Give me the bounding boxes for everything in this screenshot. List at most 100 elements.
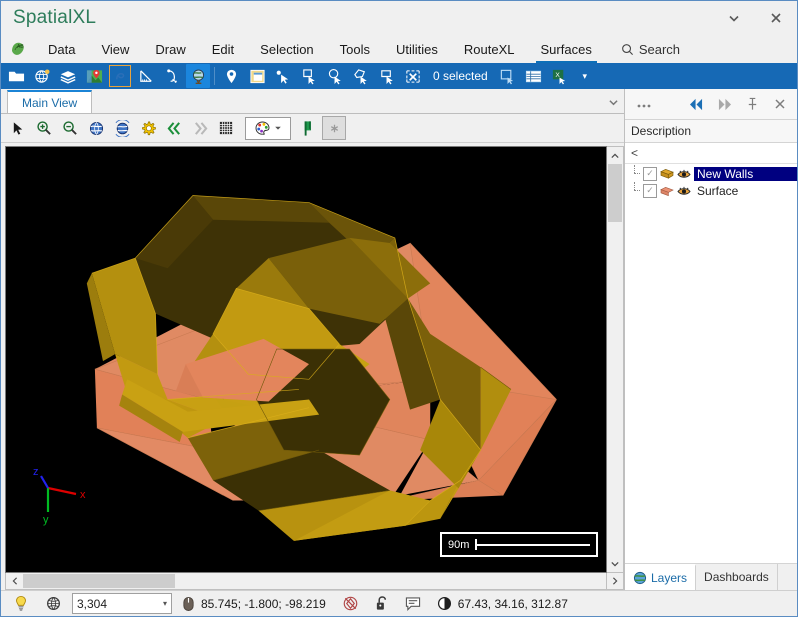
tree-row-new-walls[interactable]: ✓ New Walls (625, 165, 797, 182)
export-excel-icon[interactable]: X (548, 64, 572, 88)
zoom-in-icon[interactable] (32, 116, 56, 140)
main-body: Main View x y z 90m Description < ✓ New … (1, 89, 797, 590)
menu-item-data[interactable]: Data (35, 35, 88, 63)
axis-y-label: y (43, 514, 49, 526)
next-view-icon[interactable] (188, 116, 212, 140)
layer-visibility-checkbox[interactable]: ✓ (643, 166, 657, 181)
menu-label: Utilities (396, 41, 438, 57)
previous-view-icon[interactable] (162, 116, 186, 140)
zoom-selection-globe-icon[interactable] (110, 116, 134, 140)
pin-icon[interactable] (739, 92, 765, 116)
annotation-toggle[interactable] (399, 596, 427, 611)
menu-item-routexl[interactable]: RouteXL (451, 35, 528, 63)
green-flag-icon[interactable] (296, 116, 320, 140)
select-box-icon[interactable] (375, 64, 399, 88)
lock-toggle[interactable] (369, 595, 395, 612)
measure-triangle-icon[interactable] (134, 64, 158, 88)
globe-view-icon[interactable] (186, 64, 210, 88)
layer-visibility-checkbox[interactable]: ✓ (643, 183, 657, 198)
menu-item-draw[interactable]: Draw (142, 35, 198, 63)
color-palette-dropdown[interactable] (245, 116, 291, 140)
scroll-right-arrow[interactable] (607, 573, 623, 589)
tabstrip-collapse-button[interactable] (602, 91, 624, 113)
wireframe-globe-status[interactable] (39, 595, 68, 612)
scroll-track-vertical[interactable] (607, 222, 623, 555)
menu-item-selection[interactable]: Selection (247, 35, 326, 63)
boundary-tool-icon[interactable] (108, 64, 132, 88)
eye-icon[interactable] (677, 185, 691, 197)
map-pin-image-icon[interactable] (82, 64, 106, 88)
menu-item-surfaces[interactable]: Surfaces (528, 35, 605, 63)
search-box[interactable]: Search (605, 35, 690, 63)
tab-main-view[interactable]: Main View (7, 90, 93, 113)
ribbon-overflow-button[interactable]: ▾ (577, 64, 593, 88)
clear-selection-icon[interactable] (401, 64, 425, 88)
snap-toggle[interactable] (336, 595, 365, 612)
location-pin-icon[interactable] (219, 64, 243, 88)
open-folder-icon[interactable] (4, 64, 28, 88)
app-logo-icon[interactable]: AB (1, 35, 35, 63)
viewport-horizontal-scrollbar[interactable] (5, 573, 607, 590)
grid-icon[interactable] (214, 116, 238, 140)
scroll-left-button[interactable] (6, 573, 23, 589)
tree-filter-row[interactable]: < (625, 143, 797, 164)
scale-bar: 90m (440, 532, 598, 557)
axis-z-label: z (33, 466, 39, 478)
viewport-frame: x y z 90m (5, 146, 624, 590)
minimize-button[interactable] (713, 1, 755, 35)
copy-selection-icon[interactable] (496, 64, 520, 88)
select-circle-icon[interactable] (323, 64, 347, 88)
menu-item-edit[interactable]: Edit (199, 35, 247, 63)
menu-label: Surfaces (540, 41, 592, 57)
select-rect-icon[interactable] (297, 64, 321, 88)
scroll-thumb-vertical[interactable] (608, 164, 622, 222)
tree-row-surface[interactable]: ✓ Surface (625, 182, 797, 199)
tab-dashboards[interactable]: Dashboards (696, 564, 778, 590)
node-curve-glyph (166, 68, 177, 83)
tab-layers[interactable]: Layers (625, 564, 697, 590)
scroll-thumb-horizontal[interactable] (23, 574, 175, 588)
scroll-down-button[interactable] (607, 555, 623, 572)
globe-palette-icon[interactable] (30, 64, 54, 88)
excel-glyph: X (553, 69, 566, 84)
more-options-icon[interactable] (625, 92, 653, 116)
attribute-table-icon[interactable] (522, 64, 546, 88)
menu-item-view[interactable]: View (88, 35, 142, 63)
layer-swatch-icon (660, 186, 674, 196)
scroll-track-horizontal[interactable] (175, 573, 606, 589)
close-button[interactable] (755, 1, 797, 35)
menu-label: Tools (339, 41, 371, 57)
menu-item-utilities[interactable]: Utilities (383, 35, 451, 63)
viewport-vertical-scrollbar[interactable] (607, 146, 624, 573)
zoom-out-icon[interactable] (58, 116, 82, 140)
document-area: Main View x y z 90m (1, 89, 624, 590)
3d-viewport[interactable]: x y z 90m (5, 146, 607, 573)
node-edit-icon[interactable] (160, 64, 184, 88)
selection-status: 0 selected (433, 69, 488, 83)
double-chevron-right-glyph (194, 121, 207, 135)
pointer-arrow-icon[interactable] (6, 116, 30, 140)
title-bar: SpatialXL (1, 1, 797, 35)
select-polygon-icon[interactable] (349, 64, 373, 88)
menu-label: Data (48, 41, 76, 57)
scale-combo[interactable]: 3,304 ▾ (72, 593, 172, 614)
close-panel-icon[interactable] (767, 92, 793, 116)
eye-icon[interactable] (677, 168, 691, 180)
menu-label: View (101, 41, 130, 57)
menu-item-tools[interactable]: Tools (327, 35, 383, 63)
collapse-left-icon[interactable] (683, 92, 709, 116)
select-point-icon[interactable] (271, 64, 295, 88)
unlocked-padlock-icon (376, 596, 386, 610)
scroll-right-button[interactable] (607, 573, 624, 590)
settings-gear-icon[interactable] (136, 116, 160, 140)
star-icon[interactable] (322, 116, 346, 140)
layers-stack-icon[interactable] (56, 64, 80, 88)
scroll-up-button[interactable] (607, 147, 623, 164)
star-glyph (330, 124, 338, 132)
chevron-down-icon (611, 561, 619, 566)
expand-right-icon[interactable] (711, 92, 737, 116)
lightbulb-status[interactable] (7, 595, 35, 612)
window-layout-icon[interactable] (245, 64, 269, 88)
window-controls (713, 1, 797, 35)
zoom-extents-globe-icon[interactable] (84, 116, 108, 140)
